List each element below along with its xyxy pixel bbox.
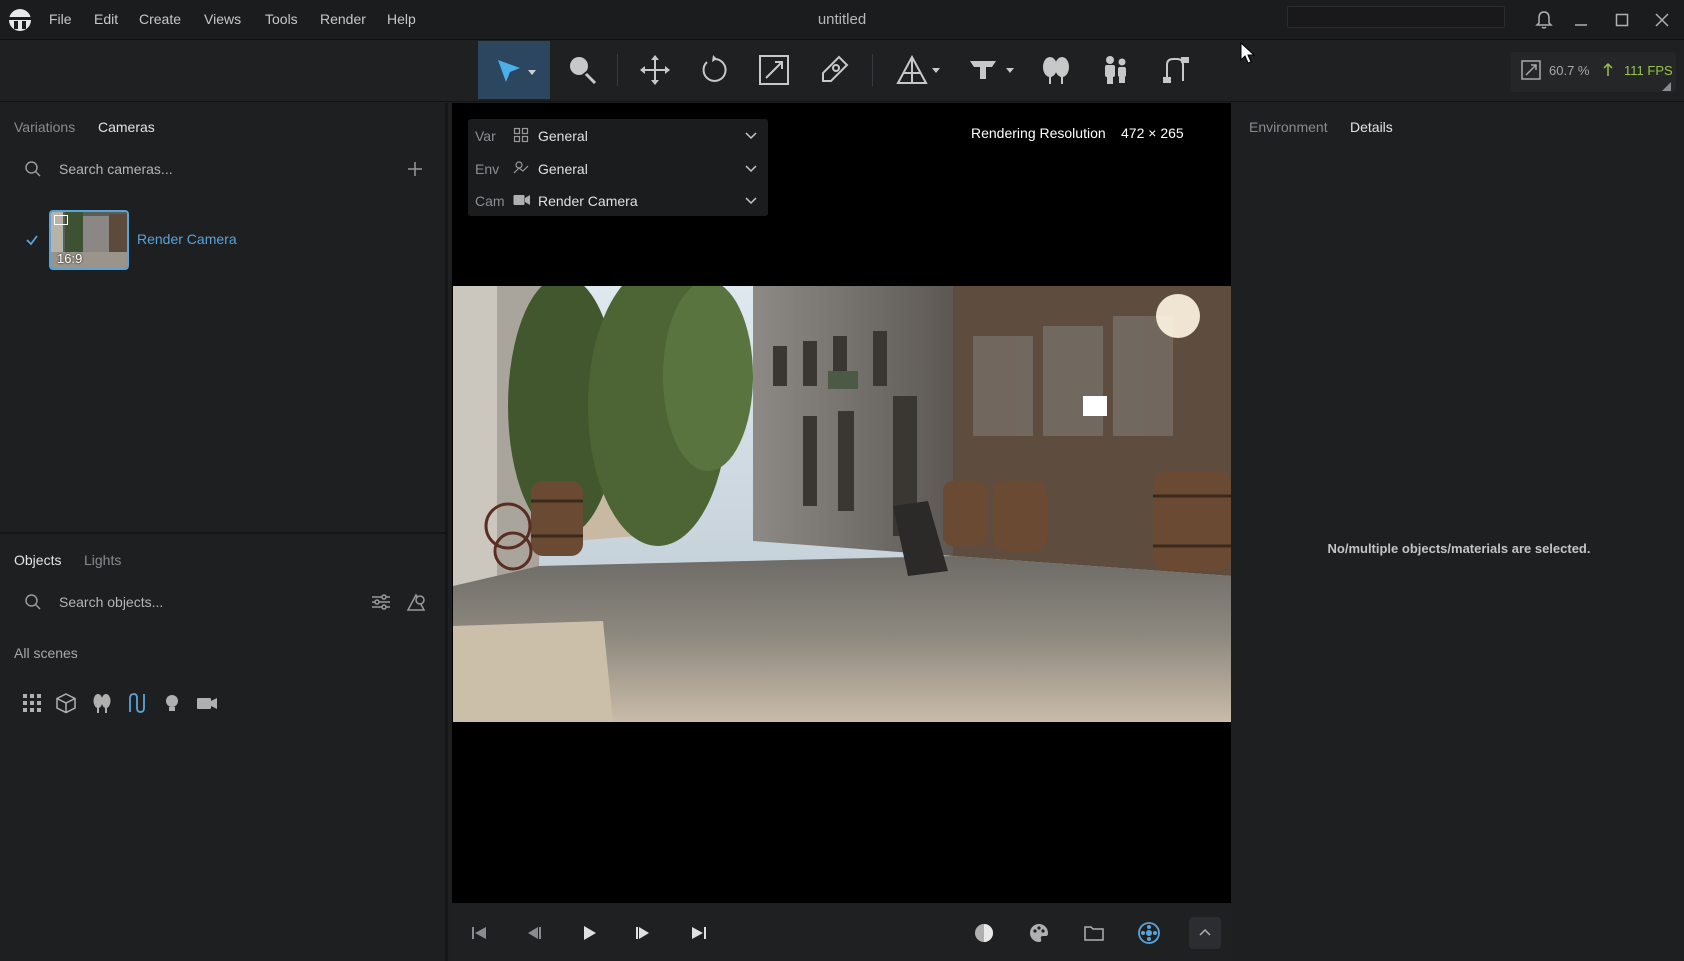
maximize-button[interactable] [1608, 8, 1636, 32]
step-forward-icon[interactable] [628, 918, 658, 948]
light-bulb-icon[interactable] [158, 689, 186, 717]
nature-trees-icon [1043, 57, 1069, 84]
tab-variations[interactable]: Variations [14, 119, 75, 135]
perspective-grid-icon [896, 54, 940, 84]
material-picker-tool-button[interactable] [560, 41, 604, 99]
tab-cameras[interactable]: Cameras [98, 119, 155, 135]
object-search-input[interactable]: Search objects... [59, 594, 163, 610]
tab-details[interactable]: Details [1350, 119, 1393, 135]
menu-tools[interactable]: Tools [265, 11, 298, 27]
camera-selected-check-icon [25, 233, 39, 247]
folder-icon[interactable] [1079, 918, 1109, 948]
add-camera-icon[interactable] [406, 160, 424, 178]
panel-divider[interactable] [0, 532, 448, 534]
environment-dropdown[interactable]: General [538, 161, 588, 177]
people-tool-button[interactable] [1094, 41, 1138, 99]
skip-to-end-icon[interactable] [684, 918, 714, 948]
toolbar-separator [617, 54, 618, 86]
search-icon [24, 160, 42, 178]
menu-edit[interactable]: Edit [94, 11, 118, 27]
variation-grid-icon [513, 127, 529, 143]
video-camera-icon [513, 193, 531, 207]
menu-render[interactable]: Render [320, 11, 366, 27]
minimize-button[interactable] [1567, 8, 1595, 32]
camera-small-icon [54, 215, 68, 225]
move-arrows-icon [640, 55, 670, 85]
chevron-down-icon[interactable] [744, 161, 758, 175]
nature-icon[interactable] [88, 689, 116, 717]
notification-bell-icon[interactable] [1530, 8, 1558, 32]
rotate-tool-button[interactable] [692, 41, 736, 99]
var-label: Var [475, 128, 496, 144]
grid-icon[interactable] [18, 689, 46, 717]
scale-icon [759, 55, 789, 85]
menu-help[interactable]: Help [387, 11, 416, 27]
fps-counter: 111 FPS [1624, 63, 1673, 78]
nature-tool-button[interactable] [1034, 41, 1078, 99]
camera-dropdown[interactable]: Render Camera [538, 193, 638, 209]
tab-lights[interactable]: Lights [84, 552, 121, 568]
tab-environment[interactable]: Environment [1249, 119, 1328, 135]
rendering-resolution-label: Rendering Resolution [971, 125, 1106, 141]
env-label: Env [475, 161, 500, 177]
right-panel [1234, 103, 1684, 961]
chevron-down-icon[interactable] [744, 193, 758, 207]
select-arrow-icon [498, 60, 536, 82]
pivot-icon [822, 55, 849, 82]
chevron-down-icon[interactable] [744, 128, 758, 142]
camera-item-name[interactable]: Render Camera [137, 231, 237, 247]
rendering-resolution-value: 472 × 265 [1121, 125, 1184, 141]
cube-icon[interactable] [52, 689, 80, 717]
search-icon [24, 593, 42, 611]
tab-objects[interactable]: Objects [14, 552, 61, 568]
shapes-filter-icon[interactable] [405, 591, 427, 613]
variation-dropdown[interactable]: General [538, 128, 588, 144]
path-tool-button[interactable] [1154, 41, 1198, 99]
camera-icon[interactable] [193, 689, 221, 717]
mouse-cursor-icon [1240, 42, 1258, 66]
toolbar-separator [872, 54, 873, 86]
resize-viewport-icon[interactable] [1521, 60, 1541, 80]
path-icon [1163, 57, 1189, 83]
close-button[interactable] [1648, 8, 1676, 32]
playback-bar [452, 904, 1231, 961]
palette-icon[interactable] [1024, 918, 1054, 948]
pivot-tool-button[interactable] [812, 41, 856, 99]
people-icon [1105, 56, 1126, 84]
render-area-tool-button[interactable] [962, 41, 1022, 99]
zoom-level: 60.7 % [1549, 63, 1590, 78]
camera-aspect-ratio: 16:9 [57, 251, 83, 266]
title-search-field[interactable] [1287, 6, 1505, 28]
camera-thumbnail[interactable]: 16:9 [49, 210, 129, 270]
render-settings-icon[interactable] [1134, 918, 1164, 948]
render-area-icon [970, 61, 1014, 79]
resize-corner-icon [1662, 82, 1671, 91]
rotate-icon [702, 55, 727, 82]
menu-file[interactable]: File [49, 11, 72, 27]
cam-label: Cam [475, 193, 505, 209]
chevron-up-icon[interactable] [1189, 917, 1221, 949]
play-icon[interactable] [574, 918, 604, 948]
environment-icon [513, 159, 529, 175]
scenes-label[interactable]: All scenes [14, 645, 78, 661]
move-tool-button[interactable] [633, 41, 677, 99]
render-preview-image[interactable] [453, 286, 1231, 722]
menu-views[interactable]: Views [204, 11, 241, 27]
camera-search-input[interactable]: Search cameras... [59, 161, 173, 177]
empty-selection-message: No/multiple objects/materials are select… [1327, 541, 1591, 556]
skip-to-start-icon[interactable] [464, 918, 494, 948]
menu-create[interactable]: Create [139, 11, 181, 27]
camera-perspective-tool-button[interactable] [888, 41, 948, 99]
fps-up-arrow-icon [1603, 63, 1613, 77]
scale-tool-button[interactable] [752, 41, 796, 99]
step-back-icon[interactable] [519, 918, 549, 948]
select-tool-button[interactable] [478, 41, 550, 99]
sphere-icon[interactable] [969, 918, 999, 948]
path-icon[interactable] [123, 689, 151, 717]
app-logo-icon[interactable] [6, 8, 34, 32]
material-picker-icon [570, 57, 597, 85]
filter-sliders-icon[interactable] [370, 591, 392, 613]
